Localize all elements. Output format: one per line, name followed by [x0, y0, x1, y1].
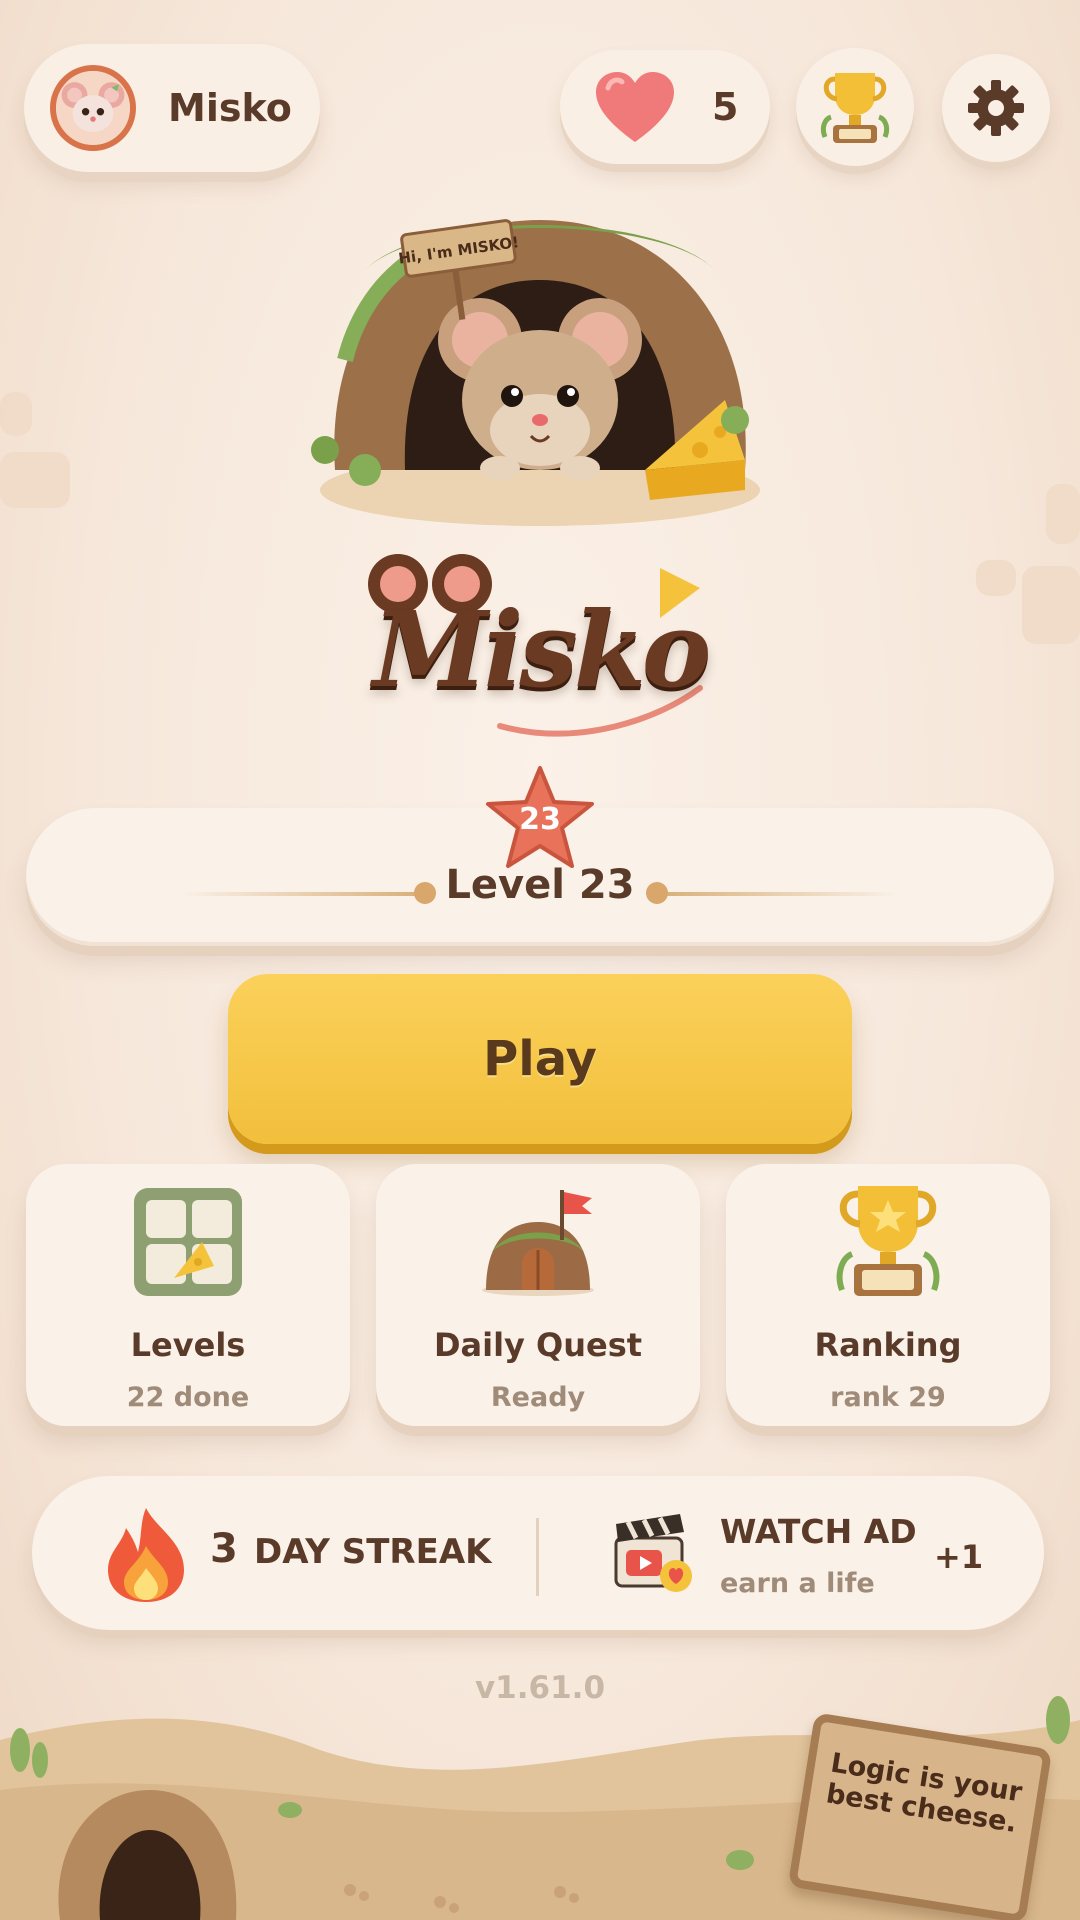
profile-button[interactable]: Misko — [24, 44, 320, 172]
levels-card-title: Levels — [130, 1326, 246, 1364]
decor-block — [1022, 566, 1080, 644]
mouse-house-icon — [482, 1190, 594, 1296]
daily-quest-card[interactable]: Daily Quest Ready — [376, 1164, 700, 1426]
logo-text: Misko — [372, 588, 712, 711]
footer-sign-text: Logic is your best cheese. — [823, 1747, 1025, 1839]
daily-quest-card-subtitle: Ready — [490, 1382, 586, 1413]
watch-ad-subtitle: earn a life — [720, 1568, 875, 1599]
divider — [536, 1518, 539, 1596]
levels-card-subtitle: 22 done — [126, 1382, 250, 1413]
streak-count: 3 — [210, 1526, 238, 1572]
ranking-card-title: Ranking — [814, 1326, 962, 1364]
game-logo: Misko — [360, 548, 720, 738]
level-line-left — [180, 892, 420, 896]
gear-icon — [968, 80, 1024, 136]
daily-quest-card-title: Daily Quest — [433, 1326, 643, 1364]
footer-sign: Logic is your best cheese. — [787, 1712, 1053, 1920]
trophy-icon — [820, 73, 890, 143]
level-line-right — [660, 892, 900, 896]
lives-count: 5 — [712, 85, 739, 129]
trophy-icon — [836, 1186, 940, 1296]
streak-label: DAY STREAK — [254, 1532, 492, 1572]
mouse-avatar-icon — [50, 65, 136, 151]
ranking-card-subtitle: rank 29 — [830, 1382, 946, 1413]
lives-counter[interactable]: 5 — [560, 50, 770, 164]
play-label: Play — [483, 1031, 597, 1087]
clapperboard-icon[interactable] — [610, 1508, 702, 1600]
decor-block — [0, 452, 70, 508]
player-name: Misko — [168, 86, 292, 130]
fire-icon — [108, 1508, 184, 1602]
levels-grid-icon — [134, 1188, 242, 1296]
level-badge-number: 23 — [519, 802, 561, 837]
settings-button[interactable] — [942, 54, 1050, 162]
watch-ad-button[interactable]: WATCH AD — [720, 1512, 917, 1551]
achievements-button[interactable] — [796, 48, 914, 166]
ranking-card[interactable]: Ranking rank 29 — [726, 1164, 1050, 1426]
ad-reward-label: +1 — [934, 1538, 984, 1576]
levels-card[interactable]: Levels 22 done — [26, 1164, 350, 1426]
play-button[interactable]: Play — [228, 974, 852, 1144]
decor-block — [0, 392, 32, 436]
decor-block — [1046, 484, 1080, 544]
heart-icon — [596, 72, 674, 142]
decor-block — [976, 560, 1016, 596]
hero-mouse-illustration: Hi, I'm MISKO! — [305, 200, 775, 530]
